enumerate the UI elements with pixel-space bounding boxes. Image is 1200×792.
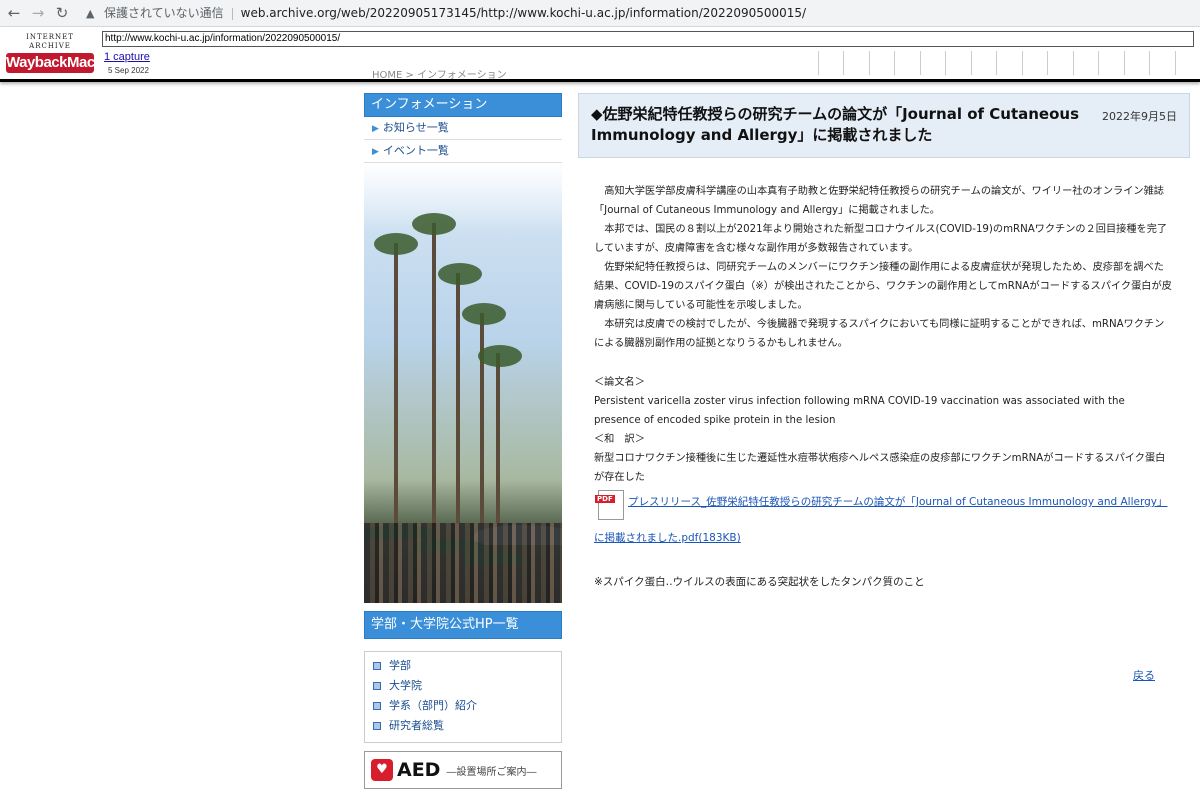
logo-main-text: WaybackMachine: [6, 53, 124, 73]
pdf-badge: PDF: [595, 495, 615, 503]
wayback-logo[interactable]: INTERNET ARCHIVE WaybackMachine: [6, 33, 124, 73]
captures-link[interactable]: 1 capture: [104, 51, 150, 63]
reload-icon[interactable]: ↻: [52, 3, 72, 23]
sidebar: インフォメーション ▶ お知らせ一覧 ▶ イベント一覧 学部・大学院公式HP一覧 学…: [364, 93, 562, 789]
faculty-links-box: 学部 大学院 学系（部門）紹介 研究者総覧: [364, 651, 562, 743]
timeline-sparkline[interactable]: [818, 51, 1200, 75]
article-date: 2022年9月5日: [1102, 110, 1177, 123]
translation-label: ＜和 訳＞: [594, 434, 645, 445]
bullet-icon: [373, 722, 381, 730]
ref-label: ＜論文名＞: [594, 377, 645, 388]
aed-sub-label: ―設置場所ご案内―: [446, 766, 537, 778]
link-graduate[interactable]: 大学院: [365, 676, 561, 696]
address-url: web.archive.org/web/20220905173145/http:…: [240, 6, 807, 20]
aed-label: AED: [397, 759, 441, 781]
address-bar[interactable]: ▲ 保護されていない通信 web.archive.org/web/202209051…: [86, 3, 1186, 23]
link-departments[interactable]: 学系（部門）紹介: [365, 696, 561, 716]
breadcrumb: HOME > インフォメーション: [372, 70, 507, 81]
pdf-icon: PDF: [595, 490, 624, 520]
pdf-link-continued[interactable]: に掲載されました.pdf(183KB): [594, 530, 741, 545]
not-secure-label: 保護されていない通信: [104, 6, 224, 20]
spike-protein-note: ※スパイク蛋白‥ウイルスの表面にある突起状をしたタンパク質のこと: [594, 576, 925, 588]
sidebar-item-label: イベント一覧: [382, 144, 449, 157]
wayback-toolbar: INTERNET ARCHIVE WaybackMachine http://w…: [0, 27, 1200, 82]
heart-icon: ♥: [371, 759, 393, 781]
link-label: 学系（部門）紹介: [389, 699, 477, 712]
arrow-right-icon: ▶: [372, 124, 379, 134]
sidebar-heading: インフォメーション: [364, 93, 562, 117]
back-link[interactable]: 戻る: [1133, 667, 1155, 683]
paragraph: 高知大学医学部皮膚科学講座の山本真有子助教と佐野栄紀特任教授らの研究チームの論文…: [594, 186, 1164, 216]
back-arrow-icon[interactable]: ←: [4, 3, 24, 23]
paragraph: 本研究は皮膚での検討でしたが、今後臓器で発現するスパイクにおいても同様に証明する…: [594, 319, 1165, 349]
aed-banner[interactable]: ♥ AED ―設置場所ご案内―: [364, 751, 562, 789]
translation-text: 新型コロナワクチン接種後に生じた遷延性水痘帯状疱疹ヘルペス感染症の皮疹部にワクチ…: [594, 453, 1166, 483]
article-title: ◆佐野栄紀特任教授らの研究チームの論文が「Journal of Cutaneou…: [591, 105, 1080, 144]
sidebar-item-label: お知らせ一覧: [382, 121, 449, 134]
paragraph: 佐野栄紀特任教授らは、同研究チームのメンバーにワクチン接種の副作用による皮膚症状…: [594, 262, 1172, 311]
campus-photo: [364, 163, 562, 603]
link-researchers[interactable]: 研究者総覧: [365, 716, 561, 736]
browser-toolbar: ← → ↻ ▲ 保護されていない通信 web.archive.org/web/202…: [0, 0, 1200, 27]
forward-arrow-icon[interactable]: →: [28, 3, 48, 23]
capture-date: 5 Sep 2022: [108, 66, 149, 75]
pdf-link[interactable]: プレスリリース_佐野栄紀特任教授らの研究チームの論文が「Journal of C…: [628, 494, 1176, 509]
warning-icon: ▲: [86, 7, 95, 20]
bullet-icon: [373, 702, 381, 710]
logo-top-text: INTERNET ARCHIVE: [26, 33, 74, 50]
link-label: 学部: [389, 659, 411, 672]
paper-reference: ＜論文名＞ Persistent varicella zoster virus …: [594, 373, 1174, 487]
ref-title: Persistent varicella zoster virus infect…: [594, 396, 1125, 426]
article-header: ◆佐野栄紀特任教授らの研究チームの論文が「Journal of Cutaneou…: [578, 93, 1190, 158]
paragraph: 本邦では、国民の８割以上が2021年より開始された新型コロナウイルス(COVID…: [594, 224, 1168, 254]
article-body: 高知大学医学部皮膚科学講座の山本真有子助教と佐野栄紀特任教授らの研究チームの論文…: [594, 182, 1174, 353]
sidebar-item-news[interactable]: ▶ お知らせ一覧: [364, 117, 562, 140]
bullet-icon: [373, 682, 381, 690]
link-label: 大学院: [389, 679, 422, 692]
faculty-links-heading: 学部・大学院公式HP一覧: [364, 611, 562, 639]
sidebar-item-events[interactable]: ▶ イベント一覧: [364, 140, 562, 163]
link-label: 研究者総覧: [389, 719, 444, 732]
arrow-right-icon: ▶: [372, 147, 379, 157]
bullet-icon: [373, 662, 381, 670]
link-faculty[interactable]: 学部: [365, 656, 561, 676]
wayback-url-input[interactable]: http://www.kochi-u.ac.jp/information/202…: [102, 31, 1194, 47]
